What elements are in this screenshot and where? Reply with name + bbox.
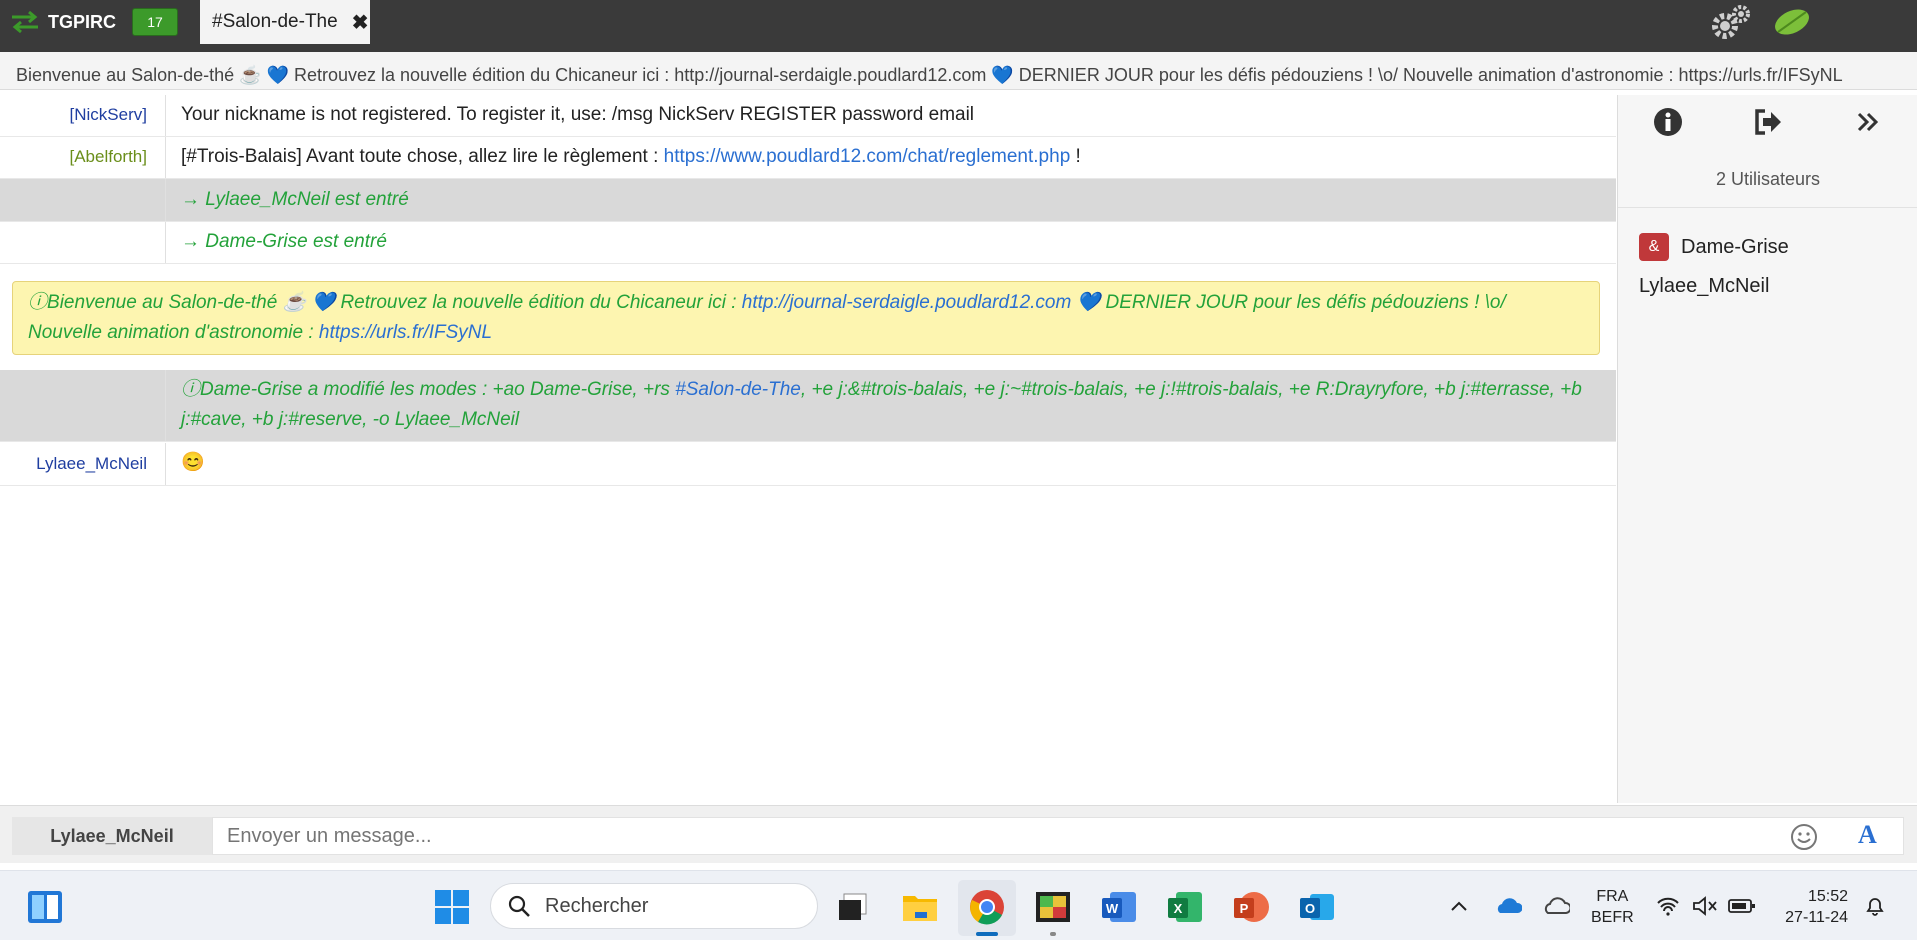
file-explorer-icon[interactable]: [901, 888, 939, 926]
message-nick: [0, 179, 166, 221]
tab-label: #Salon-de-The: [212, 11, 338, 32]
message-nick[interactable]: Lylaee_McNeil: [0, 443, 166, 485]
message-row: [Abelforth] [#Trois-Balais] Avant toute …: [0, 137, 1616, 179]
cloud-icon[interactable]: [1542, 895, 1570, 915]
svg-text:W: W: [1106, 901, 1119, 916]
message-row: Lylaee_McNeil 😊: [0, 443, 1616, 486]
info-icon: ⓘ: [28, 292, 48, 313]
message-nick[interactable]: [Abelforth]: [0, 137, 166, 178]
collapse-panel-icon[interactable]: [1853, 107, 1883, 137]
user-name: Lylaee_McNeil: [1639, 275, 1770, 297]
notice-text-1: Bienvenue au Salon-de-thé ☕ 💙 Retrouvez …: [47, 292, 742, 313]
message-nick: [0, 222, 166, 263]
taskbar-search[interactable]: Rechercher: [490, 883, 818, 929]
join-message: → Dame-Grise est entré: [181, 231, 387, 252]
outlook-icon[interactable]: O: [1298, 888, 1336, 926]
system-clock[interactable]: 15:52 27-11-24: [1768, 886, 1848, 928]
keyboard-layout: BEFR: [1591, 909, 1634, 926]
widgets-icon[interactable]: [26, 888, 64, 926]
word-icon[interactable]: W: [1100, 888, 1138, 926]
join-row: → Dame-Grise est entré: [0, 222, 1616, 264]
leave-channel-icon[interactable]: [1753, 107, 1783, 137]
text-format-icon[interactable]: A: [1858, 820, 1877, 850]
channel-link[interactable]: #Salon-de-The: [675, 379, 801, 400]
message-emoji: 😊: [181, 452, 205, 473]
message-text-before: [#Trois-Balais] Avant toute chose, allez…: [181, 146, 664, 167]
notifications-bell-icon[interactable]: [1864, 895, 1886, 917]
start-menu-icon[interactable]: [433, 888, 471, 926]
reglement-link[interactable]: https://www.poudlard12.com/chat/reglemen…: [664, 146, 1071, 167]
search-icon: [508, 895, 530, 917]
user-panel-toolbar: [1618, 95, 1917, 149]
user-mode-badge: &: [1639, 233, 1669, 261]
input-bar: Lylaee_McNeil A: [0, 805, 1917, 863]
clock-date: 27-11-24: [1785, 909, 1848, 926]
user-panel: 2 Utilisateurs & Dame-Grise Lylaee_McNei…: [1617, 95, 1917, 803]
join-message: → Lylaee_McNeil est entré: [181, 189, 409, 210]
swap-icon: [12, 10, 38, 34]
top-bar: TGPIRC 17 #Salon-de-The ✖: [0, 0, 1917, 52]
mode-change-text: ⓘDame-Grise a modifié les modes : +ao Da…: [181, 375, 1602, 435]
user-item[interactable]: Lylaee_McNeil: [1639, 275, 1769, 298]
message-text: [#Trois-Balais] Avant toute chose, allez…: [181, 142, 1602, 172]
tab-salon-de-the[interactable]: #Salon-de-The ✖: [200, 0, 370, 44]
user-item[interactable]: & Dame-Grise: [1639, 233, 1789, 261]
message-input[interactable]: [212, 817, 1904, 855]
photos-editor-icon[interactable]: [1034, 888, 1072, 926]
chicaneur-link[interactable]: http://journal-serdaigle.poudlard12.com: [742, 292, 1072, 313]
svg-text:X: X: [1174, 901, 1183, 916]
unread-count-badge[interactable]: 17: [132, 8, 179, 36]
user-name: Dame-Grise: [1681, 235, 1789, 258]
onedrive-icon[interactable]: [1494, 895, 1522, 915]
windows-taskbar: Rechercher W X P O FRA BEFR 15:52 27-11-…: [0, 870, 1917, 940]
chrome-icon[interactable]: [968, 888, 1006, 926]
svg-text:O: O: [1305, 901, 1315, 916]
svg-text:P: P: [1240, 901, 1249, 916]
astronomie-link[interactable]: https://urls.fr/IFSyNL: [319, 322, 492, 343]
mode-change-row: ⓘDame-Grise a modifié les modes : +ao Da…: [0, 370, 1616, 442]
task-view-icon[interactable]: [834, 888, 872, 926]
info-icon: ⓘ: [181, 379, 201, 400]
user-count: 2 Utilisateurs: [1715, 169, 1821, 189]
emoji-picker-icon[interactable]: [1790, 823, 1818, 851]
app-name: TGPIRC: [48, 11, 117, 32]
active-app-indicator: [976, 932, 998, 936]
join-row: → Lylaee_McNeil est entré: [0, 179, 1616, 222]
brand[interactable]: TGPIRC 17: [0, 0, 192, 44]
lang-code: FRA: [1596, 888, 1629, 905]
message-nick[interactable]: [NickServ]: [0, 95, 166, 136]
topic-notice: ⓘBienvenue au Salon-de-thé ☕ 💙 Retrouvez…: [12, 281, 1600, 355]
excel-icon[interactable]: X: [1166, 888, 1204, 926]
divider: [1618, 207, 1917, 208]
volume-muted-icon[interactable]: [1692, 896, 1718, 916]
wifi-icon[interactable]: [1656, 896, 1680, 916]
message-nick: [0, 370, 166, 441]
current-nick[interactable]: Lylaee_McNeil: [12, 817, 212, 855]
leaf-logo-icon[interactable]: [1770, 2, 1814, 42]
message-text: Your nickname is not registered. To regi…: [181, 104, 975, 125]
search-label: Rechercher: [545, 894, 649, 917]
clock-time: 15:52: [1807, 888, 1848, 905]
close-tab-icon[interactable]: ✖: [352, 10, 369, 35]
channel-topic: Bienvenue au Salon-de-thé ☕ 💙 Retrouvez …: [0, 52, 1917, 90]
powerpoint-icon[interactable]: P: [1232, 888, 1270, 926]
settings-gear-icon[interactable]: [1708, 2, 1754, 42]
message-list[interactable]: [NickServ] Your nickname is not register…: [0, 95, 1616, 803]
message-text-after: !: [1070, 146, 1081, 167]
running-app-indicator: [1050, 932, 1056, 936]
show-hidden-icons-icon[interactable]: [1449, 899, 1469, 913]
input-language[interactable]: FRA BEFR: [1591, 886, 1634, 928]
mode-text-1: Dame-Grise a modifié les modes : +ao Dam…: [200, 379, 676, 400]
message-row: [NickServ] Your nickname is not register…: [0, 95, 1616, 137]
battery-icon[interactable]: [1728, 898, 1756, 914]
info-icon[interactable]: [1653, 107, 1683, 137]
